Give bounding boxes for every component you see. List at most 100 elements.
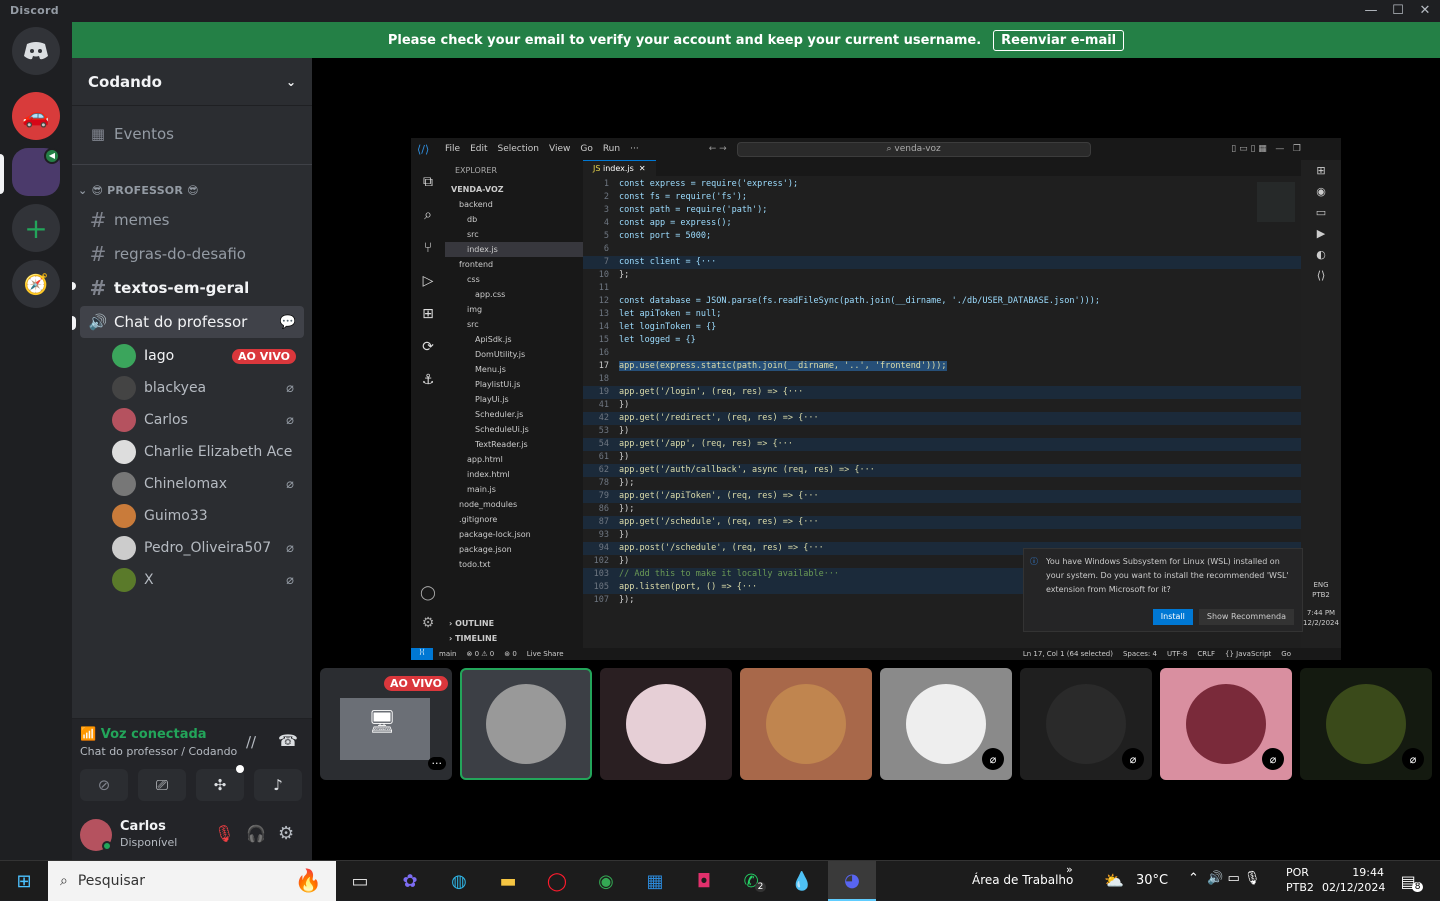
- chevron-right-icon[interactable]: »: [1066, 863, 1073, 876]
- file-tree-item[interactable]: Scheduler.js: [445, 407, 583, 422]
- menu-item[interactable]: Go: [580, 144, 592, 154]
- status-item[interactable]: main: [439, 650, 457, 658]
- screen-share-stream[interactable]: ⟨/⟩ File Edit Selection View Go Run ··· ← → ⌕ …: [411, 138, 1341, 660]
- status-item[interactable]: UTF-8: [1167, 650, 1187, 658]
- file-tree-item[interactable]: db: [445, 212, 583, 227]
- account-settings-icons[interactable]: ◯ ⚙: [411, 578, 445, 638]
- channel-memes[interactable]: # memes: [80, 204, 304, 236]
- windows-start-icon[interactable]: ⊞: [0, 861, 48, 901]
- clock[interactable]: 19:44 02/12/2024: [1322, 865, 1385, 895]
- participant-tile[interactable]: ⌀: [880, 668, 1012, 780]
- channel-regras-do-desafio[interactable]: # regras-do-desafio: [80, 238, 304, 270]
- file-tree-item[interactable]: package.json: [445, 542, 583, 557]
- server-header[interactable]: Codando ⌄: [72, 58, 312, 106]
- category-professor[interactable]: ⌄ 😎 PROFESSOR 😎: [78, 184, 199, 197]
- file-tree-item[interactable]: ScheduleUi.js: [445, 422, 583, 437]
- voice-member[interactable]: Guimo33: [112, 501, 304, 531]
- voice-member[interactable]: Pedro_Oliveira507 ⌀: [112, 533, 304, 563]
- command-center[interactable]: ⌕ venda-voz: [736, 141, 1091, 157]
- file-tree-item[interactable]: src: [445, 317, 583, 332]
- outline-section[interactable]: › OUTLINE: [449, 616, 494, 631]
- voice-member[interactable]: Chinelomax ⌀: [112, 469, 304, 499]
- weather-icon[interactable]: ⛅: [1104, 871, 1124, 890]
- file-tree-item[interactable]: main.js: [445, 482, 583, 497]
- menu-item[interactable]: File: [445, 144, 460, 154]
- nav-arrows-icon[interactable]: ← →: [709, 144, 727, 154]
- file-tree-item[interactable]: PlayUi.js: [445, 392, 583, 407]
- file-tree-item[interactable]: app.css: [445, 287, 583, 302]
- file-tree-item[interactable]: app.html: [445, 452, 583, 467]
- voice-channel-chat-do-professor[interactable]: 🔊 Chat do professor 💬: [80, 306, 304, 338]
- discord-home-icon[interactable]: [12, 27, 60, 75]
- file-tree-item[interactable]: backend: [445, 197, 583, 212]
- status-item[interactable]: Ln 17, Col 1 (64 selected): [1023, 650, 1113, 658]
- participant-tile[interactable]: [600, 668, 732, 780]
- status-item[interactable]: {} JavaScript: [1225, 650, 1271, 658]
- file-tree-item[interactable]: todo.txt: [445, 557, 583, 572]
- voice-member[interactable]: blackyea ⌀: [112, 373, 304, 403]
- participant-tile[interactable]: [740, 668, 872, 780]
- voice-location[interactable]: Chat do professor / Codando: [80, 745, 237, 758]
- layout-icons[interactable]: ▯ ▭ ▯ ▦ — ❐: [1231, 144, 1301, 154]
- screen-share-button[interactable]: ⎚: [138, 769, 186, 801]
- show-recommendations-button[interactable]: Show Recommenda: [1198, 609, 1294, 625]
- file-tree-item[interactable]: index.html: [445, 467, 583, 482]
- file-tree-item[interactable]: TextReader.js: [445, 437, 583, 452]
- file-tree-item[interactable]: css: [445, 272, 583, 287]
- store-icon[interactable]: ▦: [639, 861, 671, 901]
- remote-icon[interactable]: ⟩⟨: [411, 648, 433, 660]
- file-tree-item[interactable]: DomUtility.js: [445, 347, 583, 362]
- status-item[interactable]: Live Share: [527, 650, 564, 658]
- notifications-icon[interactable]: ▤ 8: [1396, 861, 1428, 901]
- file-tree-item[interactable]: VENDA-VOZ: [445, 182, 583, 197]
- stream-preview-tile[interactable]: 🖥 AO VIVO ···: [320, 668, 452, 780]
- voice-member[interactable]: Iago AO VIVO: [112, 341, 304, 371]
- participant-tile[interactable]: [460, 668, 592, 780]
- desktop-label[interactable]: Área de Trabalho: [972, 873, 1073, 887]
- file-tree-item[interactable]: src: [445, 227, 583, 242]
- activity-icons[interactable]: ⧉ ⌕ ⑂ ▷ ⊞ ⟳ ⚓: [411, 160, 445, 397]
- add-server-icon[interactable]: +: [12, 204, 60, 252]
- voice-member[interactable]: X ⌀: [112, 565, 304, 595]
- participant-tile[interactable]: ⌀: [1020, 668, 1152, 780]
- participant-tile[interactable]: ⌀: [1160, 668, 1292, 780]
- settings-gear-icon[interactable]: ⚙: [278, 823, 294, 844]
- chrome-icon[interactable]: ◉: [590, 861, 622, 901]
- timeline-section[interactable]: › TIMELINE: [449, 631, 497, 646]
- discord-taskbar-icon[interactable]: ◕: [828, 861, 876, 901]
- tray-icons[interactable]: ⌃ 🔊 ▭ 🎙: [1188, 871, 1260, 886]
- disconnect-icon[interactable]: ☎: [278, 731, 298, 750]
- participant-tile[interactable]: ⌀: [1300, 668, 1432, 780]
- chat-bubble-icon[interactable]: 💬: [280, 315, 296, 330]
- status-item[interactable]: CRLF: [1197, 650, 1215, 658]
- file-tree-item[interactable]: Menu.js: [445, 362, 583, 377]
- tab-index-js[interactable]: JS index.js ✕: [583, 160, 656, 176]
- file-tree-item[interactable]: img: [445, 302, 583, 317]
- soundboard-button[interactable]: ♪: [254, 769, 302, 801]
- more-options-icon[interactable]: ···: [427, 757, 446, 770]
- edge-icon[interactable]: ◍: [443, 861, 475, 901]
- events-item[interactable]: ▦ Eventos: [80, 118, 304, 150]
- minimap[interactable]: [1257, 182, 1295, 222]
- mic-muted-icon[interactable]: 🎙: [214, 824, 234, 843]
- file-tree-item[interactable]: .gitignore: [445, 512, 583, 527]
- file-tree-item[interactable]: node_modules: [445, 497, 583, 512]
- headphones-icon[interactable]: 🎧: [246, 824, 266, 843]
- file-tree-item[interactable]: PlaylistUi.js: [445, 377, 583, 392]
- server-cars-icon[interactable]: 🚗: [12, 92, 60, 140]
- menu-item[interactable]: View: [549, 144, 570, 154]
- file-explorer-icon[interactable]: ▬: [492, 861, 524, 901]
- discover-icon[interactable]: 🧭: [12, 260, 60, 308]
- install-button[interactable]: Install: [1152, 609, 1193, 625]
- file-tree-item[interactable]: package-lock.json: [445, 527, 583, 542]
- task-view-icon[interactable]: ▭: [344, 861, 376, 901]
- noise-suppression-icon[interactable]: ∕∕: [246, 733, 256, 751]
- minimize-icon[interactable]: —: [1360, 2, 1382, 20]
- weather-temp[interactable]: 30°C: [1136, 873, 1168, 888]
- status-item[interactable]: Spaces: 4: [1123, 650, 1157, 658]
- paint-drop-icon[interactable]: 💧: [786, 861, 818, 901]
- status-item[interactable]: Go: [1281, 650, 1291, 658]
- voice-member[interactable]: Charlie Elizabeth Ace: [112, 437, 304, 467]
- pinned-apps-icons[interactable]: ⊞ ◉ ▭ ▶ ◐ ⟨⟩: [1301, 160, 1341, 286]
- copilot-icon[interactable]: ✿: [394, 861, 426, 901]
